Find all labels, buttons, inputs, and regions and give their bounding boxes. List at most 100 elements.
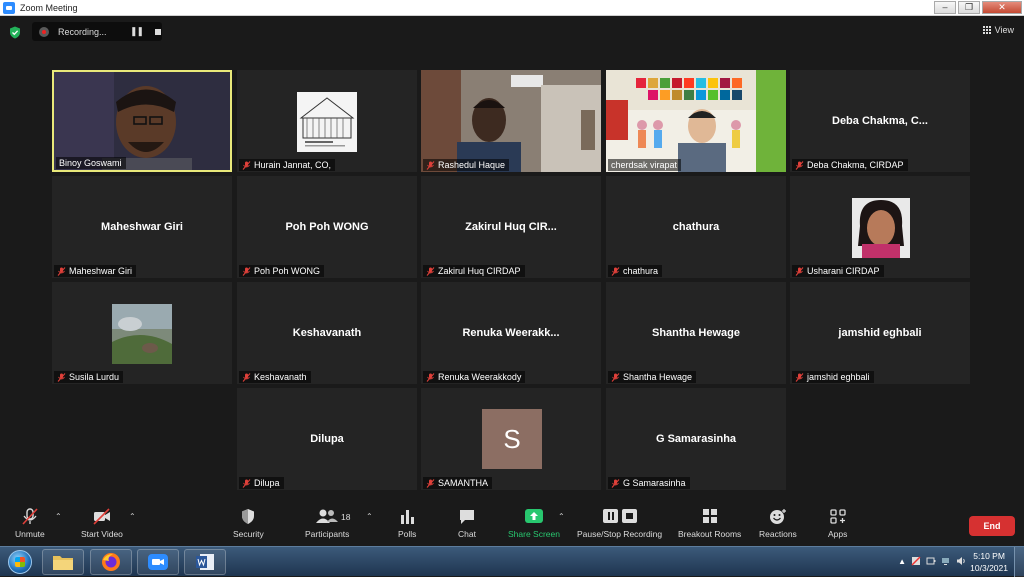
participant-tile[interactable]: Rashedul Haque [421,70,601,172]
stop-recording-icon[interactable] [155,28,162,35]
muted-mic-icon [242,160,251,170]
volume-icon[interactable] [956,556,966,566]
participant-tile[interactable]: chathura chathura [606,176,786,278]
share-screen-label: Share Screen [508,529,560,539]
clock-date: 10/3/2021 [970,563,1008,573]
participant-name-tag: jamshid eghbali [792,371,874,383]
share-screen-button[interactable]: Share Screen [508,508,560,539]
windows-logo-icon [8,550,32,574]
participant-tile[interactable]: Binoy Goswami [52,70,232,172]
taskbar-file-explorer[interactable] [42,549,84,575]
show-hidden-icons-icon[interactable]: ▲ [898,557,906,566]
meeting-toolbar: Unmute ⌃ Start Video ⌃ Security Particip… [0,504,1024,546]
participant-tile[interactable]: Maheshwar Giri Maheshwar Giri [52,176,232,278]
end-meeting-button[interactable]: End [969,516,1015,536]
apps-button[interactable]: Apps [828,508,847,539]
windows-taskbar: ▲ 5:10 PM 10/3/2021 [0,546,1024,577]
participant-name-tag: Keshavanath [239,371,311,383]
pause-recording-icon[interactable]: ❚❚ [130,26,144,37]
taskbar-firefox[interactable] [90,549,132,575]
participant-tile[interactable]: Poh Poh WONG Poh Poh WONG [237,176,417,278]
participant-tile[interactable]: Hurain Jannat, CO, [237,70,417,172]
polls-button[interactable]: Polls [398,508,416,539]
reactions-emoji-icon [769,509,786,524]
breakout-rooms-button[interactable]: Breakout Rooms [678,508,741,539]
reactions-button[interactable]: Reactions [759,508,797,539]
zoom-app-icon [3,1,15,14]
muted-mic-icon [57,266,66,276]
polls-chart-icon [401,510,415,524]
clock-time: 5:10 PM [973,551,1005,561]
unmute-label: Unmute [15,529,45,539]
participant-tile[interactable]: Renuka Weerakk... Renuka Weerakkody [421,282,601,384]
muted-mic-icon [426,372,435,382]
close-button[interactable]: ✕ [982,1,1022,14]
participant-picture [790,176,970,278]
video-options-caret-icon[interactable]: ⌃ [129,512,136,521]
start-button[interactable] [3,548,37,576]
participant-tile[interactable]: S SAMANTHA [421,388,601,490]
participant-display-name: Zakirul Huq CIR... [465,221,557,233]
participant-picture [52,282,232,384]
breakout-rooms-label: Breakout Rooms [678,529,742,539]
participant-tile[interactable]: G Samarasinha G Samarasinha [606,388,786,490]
participant-name-tag: Usharani CIRDAP [792,265,884,277]
participants-icon [316,509,339,523]
show-desktop-button[interactable] [1014,547,1024,577]
participant-tile[interactable]: Susila Lurdu [52,282,232,384]
taskbar-word[interactable] [184,549,226,575]
maximize-button[interactable]: ❐ [958,1,980,14]
power-icon[interactable] [926,556,936,566]
muted-mic-icon [611,372,620,382]
pause-stop-recording-label: Pause/Stop Recording [577,529,663,539]
encryption-shield-icon[interactable] [9,26,21,39]
participant-tile[interactable]: cherdsak virapat [606,70,786,172]
network-icon[interactable] [941,556,951,566]
participant-display-name: G Samarasinha [655,433,737,445]
polls-label: Polls [398,529,417,539]
participant-tile[interactable]: Zakirul Huq CIR... Zakirul Huq CIRDAP [421,176,601,278]
participant-display-name: Poh Poh WONG [285,221,369,233]
muted-mic-icon [795,266,804,276]
muted-mic-icon [426,478,435,488]
muted-mic-icon [242,266,251,276]
participant-picture [237,70,417,172]
taskbar-clock[interactable]: 5:10 PM 10/3/2021 [970,550,1008,574]
muted-mic-icon [795,372,804,382]
chat-button[interactable]: Chat [458,508,476,539]
participant-name-tag: Zakirul Huq CIRDAP [423,265,525,277]
participant-tile[interactable]: Deba Chakma, C... Deba Chakma, CIRDAP [790,70,970,172]
participant-tile[interactable]: jamshid eghbali jamshid eghbali [790,282,970,384]
participants-options-caret-icon[interactable]: ⌃ [366,512,373,521]
minimize-button[interactable]: – [934,1,956,14]
participant-tile[interactable]: Usharani CIRDAP [790,176,970,278]
apps-icon [830,509,846,524]
participant-tile[interactable]: Dilupa Dilupa [237,388,417,490]
muted-mic-icon [57,372,66,382]
participant-display-name: Dilupa [310,433,344,445]
pause-stop-recording-button[interactable]: Pause/Stop Recording [577,508,662,539]
view-button[interactable]: View [982,25,1014,35]
word-icon [196,554,214,570]
audio-options-caret-icon[interactable]: ⌃ [55,512,62,521]
security-label: Security [233,529,264,539]
participants-count: 18 [341,512,351,522]
participant-tile[interactable]: Shantha Hewage Shantha Hewage [606,282,786,384]
share-options-caret-icon[interactable]: ⌃ [558,512,565,521]
participant-name-tag: Poh Poh WONG [239,265,325,277]
recording-indicator: Recording... ❚❚ [32,22,162,41]
participant-video [421,70,601,172]
gallery-grid-icon [982,25,992,35]
tray-app-icon[interactable] [911,556,921,566]
participant-tile[interactable]: Keshavanath Keshavanath [237,282,417,384]
start-video-button[interactable]: Start Video [81,508,123,539]
participant-name-tag: Renuka Weerakkody [423,371,526,383]
muted-mic-icon [426,266,435,276]
participant-display-name: Maheshwar Giri [101,221,183,233]
taskbar-zoom[interactable] [137,549,179,575]
participant-video [606,70,786,172]
view-label: View [994,25,1014,35]
unmute-button[interactable]: Unmute [15,508,45,539]
security-button[interactable]: Security [233,508,264,539]
reactions-label: Reactions [759,529,797,539]
